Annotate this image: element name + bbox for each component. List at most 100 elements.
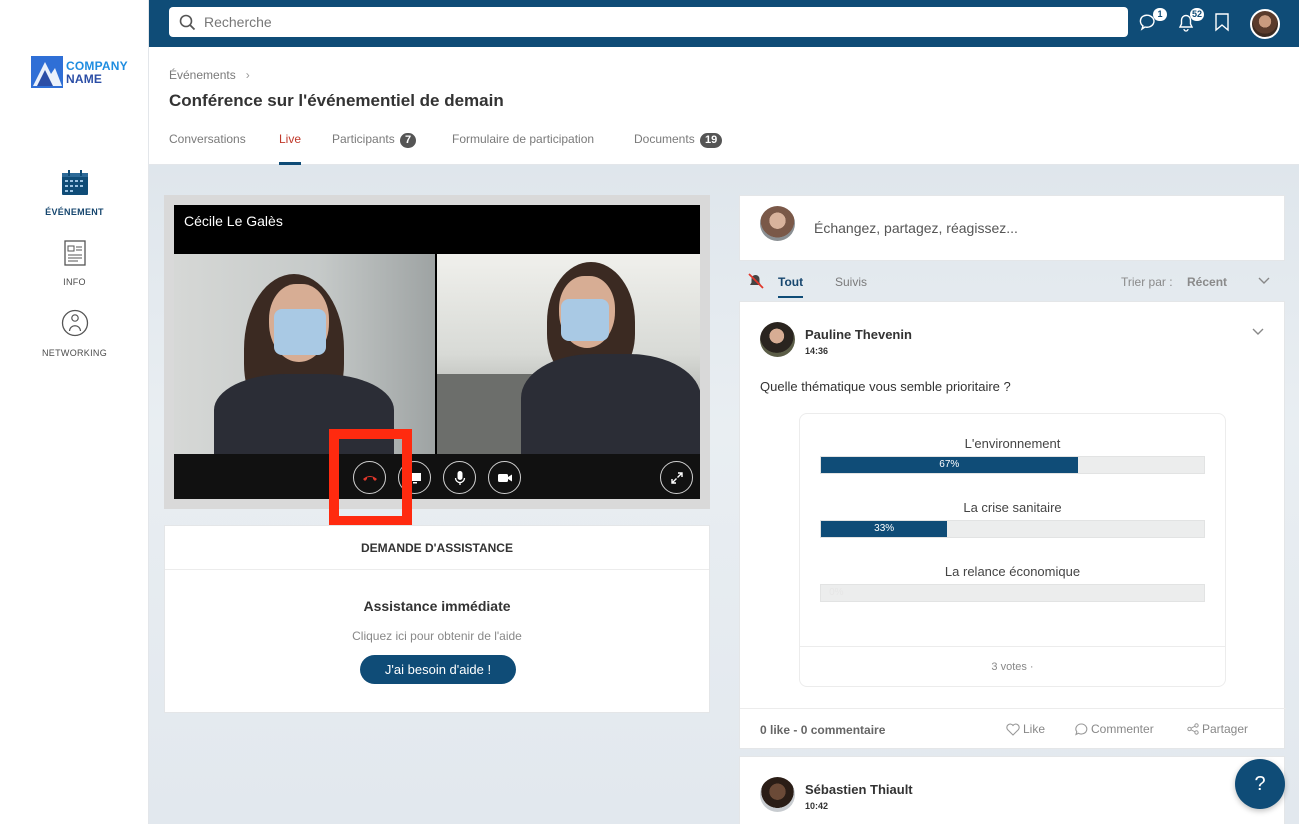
composer-input[interactable]: Échangez, partagez, réagissez... bbox=[814, 220, 1018, 236]
poll: L'environnement 67% La crise sanitaire 3… bbox=[799, 413, 1226, 687]
filter-tout[interactable]: Tout bbox=[778, 275, 804, 298]
poll-option-percent: 33% bbox=[874, 523, 895, 534]
heart-icon bbox=[1006, 723, 1020, 736]
like-button[interactable]: Like bbox=[1006, 722, 1045, 736]
comment-label: Commenter bbox=[1091, 722, 1154, 736]
logo-text-line2: NAME bbox=[66, 72, 103, 86]
post-time: 10:42 bbox=[805, 801, 829, 811]
assistance-title: Assistance immédiate bbox=[363, 598, 511, 614]
tab-documents[interactable]: Documents 19 bbox=[634, 132, 723, 165]
search-box bbox=[169, 7, 1128, 37]
poll-option: La crise sanitaire 33% bbox=[820, 500, 1205, 538]
post-actions: 0 like - 0 commentaire Like Commenter Pa… bbox=[740, 708, 1286, 749]
chat-button[interactable]: 1 bbox=[1139, 8, 1167, 34]
page-title: Conférence sur l'événementiel de demain bbox=[169, 91, 504, 110]
search-icon bbox=[179, 14, 196, 31]
page-header: Événements › Conférence sur l'événementie… bbox=[149, 47, 1299, 165]
top-bar: 1 52 bbox=[149, 0, 1299, 47]
post-time: 14:36 bbox=[805, 346, 829, 356]
filter-suivis[interactable]: Suivis bbox=[835, 275, 867, 289]
sort-label: Trier par : bbox=[1121, 275, 1173, 289]
assistance-header: DEMANDE D'ASSISTANCE bbox=[165, 526, 709, 570]
like-label: Like bbox=[1023, 722, 1046, 736]
assistance-subtitle: Cliquez ici pour obtenir de l'aide bbox=[352, 629, 522, 643]
help-button[interactable]: ? bbox=[1235, 759, 1285, 809]
expand-icon bbox=[670, 471, 683, 484]
sort-select[interactable]: Récent bbox=[1187, 275, 1227, 289]
tab-label: Live bbox=[279, 132, 302, 146]
bell-muted-icon[interactable] bbox=[747, 272, 765, 290]
documents-count-badge: 19 bbox=[700, 133, 723, 148]
poll-option: La relance économique 0% bbox=[820, 564, 1205, 602]
tab-live[interactable]: Live bbox=[279, 132, 302, 165]
logo-mark-icon bbox=[31, 56, 63, 88]
sidebar-item-networking[interactable]: NETWORKING bbox=[0, 309, 149, 361]
poll-option-percent: 0% bbox=[829, 587, 844, 598]
tab-conversations[interactable]: Conversations bbox=[169, 132, 246, 165]
poll-option-percent: 67% bbox=[939, 459, 960, 470]
chevron-down-icon[interactable] bbox=[1252, 328, 1264, 336]
poll-option-label: L'environnement bbox=[964, 436, 1061, 451]
bookmarks-button[interactable] bbox=[1214, 12, 1236, 34]
feed-post: Pauline Thevenin 14:36 Quelle thématique… bbox=[739, 301, 1286, 749]
video-controls bbox=[174, 454, 700, 499]
author-avatar[interactable] bbox=[760, 777, 795, 812]
poll-option-label: La relance économique bbox=[944, 564, 1081, 579]
user-avatar[interactable] bbox=[1250, 9, 1280, 39]
video-panel: Cécile Le Galès bbox=[164, 195, 710, 509]
poll-option-bar[interactable]: 67% bbox=[820, 456, 1205, 474]
feed-post: Sébastien Thiault 10:42 bbox=[739, 756, 1285, 824]
participants-count-badge: 7 bbox=[400, 133, 417, 148]
microphone-icon bbox=[454, 470, 465, 485]
sidebar-item-evenement[interactable]: ÉVÉNEMENT bbox=[0, 170, 149, 220]
hang-up-highlight-box bbox=[329, 429, 412, 526]
tab-label: Documents bbox=[634, 132, 695, 146]
tab-label: Participants bbox=[332, 132, 395, 146]
author-avatar[interactable] bbox=[760, 322, 795, 357]
assistance-card: DEMANDE D'ASSISTANCE Assistance immédiat… bbox=[164, 525, 710, 713]
speaker-name: Cécile Le Galès bbox=[184, 213, 283, 229]
breadcrumb: Événements › bbox=[169, 68, 250, 82]
sidebar-item-info[interactable]: INFO bbox=[0, 240, 149, 290]
chevron-right-icon: › bbox=[245, 68, 250, 82]
post-author[interactable]: Pauline Thevenin bbox=[805, 327, 912, 342]
video-feed-left bbox=[174, 254, 435, 454]
poll-option-bar[interactable]: 33% bbox=[820, 520, 1205, 538]
comment-button[interactable]: Commenter bbox=[1075, 722, 1154, 736]
chat-badge: 1 bbox=[1153, 8, 1167, 21]
notifications-badge: 52 bbox=[1189, 8, 1204, 21]
poll-option: L'environnement 67% bbox=[820, 436, 1205, 474]
avatar bbox=[760, 206, 795, 241]
post-author[interactable]: Sébastien Thiault bbox=[805, 782, 913, 797]
tab-participants[interactable]: Participants 7 bbox=[332, 132, 417, 165]
company-logo[interactable]: COMPANY NAME bbox=[31, 54, 131, 90]
need-help-button[interactable]: J'ai besoin d'aide ! bbox=[360, 655, 516, 684]
search-input[interactable] bbox=[204, 7, 1104, 37]
content-area: Cécile Le Galès DEMANDE D'ASSISTANCE Ass… bbox=[149, 165, 1299, 824]
chevron-down-icon[interactable] bbox=[1258, 277, 1270, 285]
share-icon bbox=[1187, 723, 1199, 735]
camera-button[interactable] bbox=[488, 461, 521, 494]
document-icon bbox=[63, 240, 86, 266]
tab-formulaire[interactable]: Formulaire de participation bbox=[452, 132, 594, 165]
video-call: Cécile Le Galès bbox=[174, 205, 700, 499]
bookmark-icon bbox=[1215, 13, 1229, 32]
video-camera-icon bbox=[497, 473, 512, 482]
microphone-button[interactable] bbox=[443, 461, 476, 494]
share-label: Partager bbox=[1202, 722, 1249, 736]
person-icon bbox=[61, 309, 88, 337]
logo-text-line1: COMPANY bbox=[66, 59, 128, 73]
poll-option-bar[interactable]: 0% bbox=[820, 584, 1205, 602]
share-button[interactable]: Partager bbox=[1187, 722, 1248, 736]
post-stats[interactable]: 0 like - 0 commentaire bbox=[760, 723, 885, 737]
fullscreen-button[interactable] bbox=[660, 461, 693, 494]
notifications-button[interactable]: 52 bbox=[1176, 8, 1204, 34]
poll-votes: 3 votes · bbox=[800, 646, 1225, 687]
breadcrumb-link-evenements[interactable]: Événements bbox=[169, 68, 236, 82]
comment-icon bbox=[1075, 722, 1088, 736]
poll-option-label: La crise sanitaire bbox=[963, 500, 1062, 515]
video-feed-right bbox=[437, 254, 700, 454]
post-composer: Échangez, partagez, réagissez... bbox=[739, 195, 1285, 261]
sidebar-item-label: ÉVÉNEMENT bbox=[45, 207, 104, 217]
tab-label: Formulaire de participation bbox=[452, 132, 595, 146]
